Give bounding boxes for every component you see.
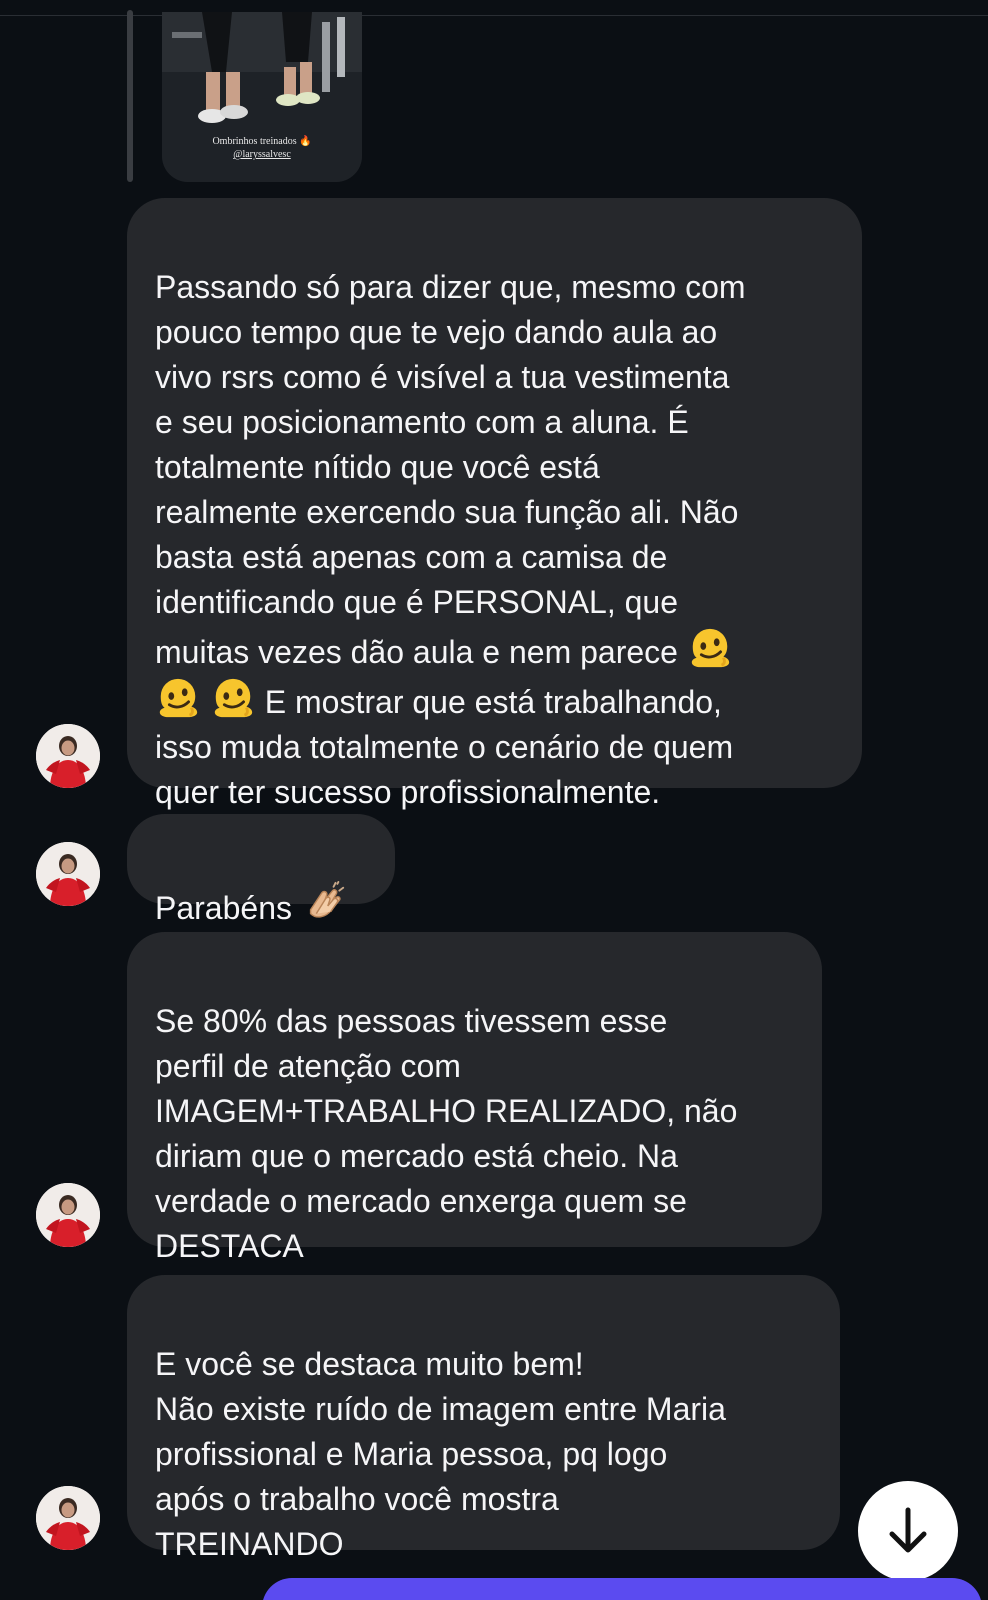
message-text: Parabéns: [155, 890, 301, 926]
message-text: Passando só para dizer que, mesmo com po…: [155, 269, 746, 670]
reply-indicator-line: [127, 10, 133, 182]
message-bubble[interactable]: Se 80% das pessoas tivessem esse perfil …: [127, 932, 822, 1264]
melting-face-icon: [687, 625, 733, 671]
chat-screen: Ombrinhos treinados 🔥 @laryssalvesc Pass…: [0, 0, 988, 1600]
avatar[interactable]: [36, 724, 100, 788]
message-bubble[interactable]: E você se destaca muito bem! Não existe …: [127, 1275, 840, 1562]
clapping-hands-icon: [301, 881, 347, 927]
avatar[interactable]: [36, 1183, 100, 1247]
avatar[interactable]: [36, 842, 100, 906]
story-reply-thumbnail[interactable]: Ombrinhos treinados 🔥 @laryssalvesc: [162, 12, 362, 182]
story-handle[interactable]: @laryssalvesc: [162, 149, 362, 161]
message-composer[interactable]: [262, 1578, 982, 1600]
message-text: E você se destaca muito bem! Não existe …: [155, 1346, 726, 1562]
avatar[interactable]: [36, 1486, 100, 1550]
melting-face-icon: [210, 675, 256, 721]
top-divider: [0, 15, 988, 16]
message-text: Se 80% das pessoas tivessem esse perfil …: [155, 1003, 738, 1264]
story-caption: Ombrinhos treinados 🔥: [212, 136, 312, 147]
scroll-to-bottom-button[interactable]: [858, 1481, 958, 1581]
arrow-down-icon: [889, 1507, 927, 1553]
message-bubble[interactable]: Parabéns: [127, 814, 395, 926]
message-bubble[interactable]: Passando só para dizer que, mesmo com po…: [127, 198, 862, 810]
melting-face-icon: [155, 675, 201, 721]
